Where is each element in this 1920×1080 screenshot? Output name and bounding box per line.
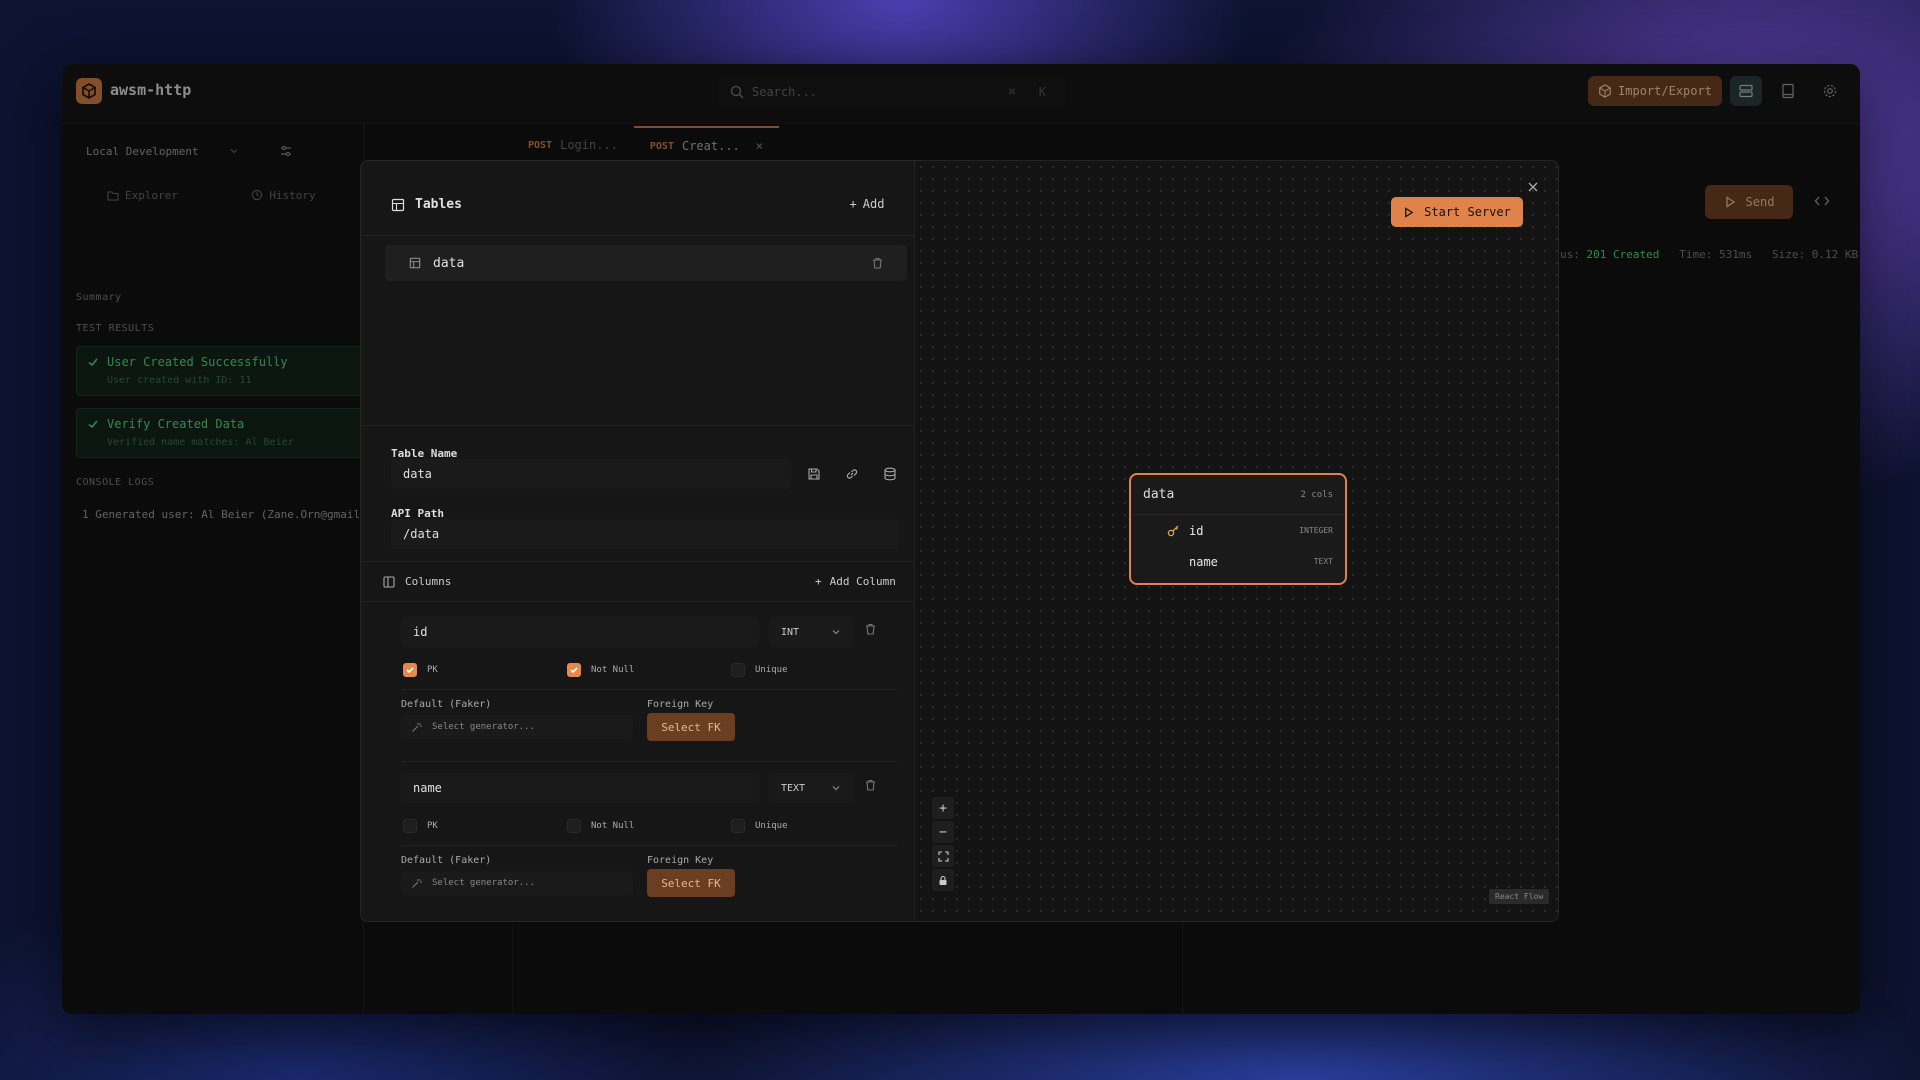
- checkbox-unchecked-icon: [731, 819, 745, 833]
- wand-icon: [411, 878, 422, 889]
- default-faker-label: Default (Faker): [401, 699, 492, 710]
- chevron-down-icon: [831, 627, 841, 637]
- add-table-button[interactable]: + Add: [837, 189, 897, 219]
- table-node-field-type: INTEGER: [1299, 526, 1333, 535]
- table-grid-icon: [391, 198, 405, 212]
- zoom-in-button[interactable]: +: [932, 797, 954, 819]
- generator-select[interactable]: Select generator...: [401, 715, 633, 739]
- not-null-checkbox[interactable]: Not Null: [567, 819, 634, 833]
- column-type-value: INT: [781, 626, 800, 638]
- save-icon[interactable]: [801, 461, 827, 487]
- table-node-field-type: TEXT: [1313, 557, 1333, 566]
- checkbox-unchecked-icon: [567, 819, 581, 833]
- table-list-item-name: data: [433, 255, 465, 271]
- lock-button[interactable]: [932, 869, 954, 891]
- trash-icon[interactable]: [865, 623, 876, 635]
- database-icon[interactable]: [877, 461, 903, 487]
- table-node-row: name TEXT: [1131, 546, 1345, 577]
- not-null-checkbox[interactable]: Not Null: [567, 663, 634, 677]
- select-fk-button[interactable]: Select FK: [647, 713, 735, 741]
- table-list-item[interactable]: data: [385, 245, 907, 281]
- checkbox-unchecked-icon: [731, 663, 745, 677]
- link-icon[interactable]: [839, 461, 865, 487]
- plus-icon: +: [815, 575, 822, 588]
- lock-icon: [938, 875, 948, 886]
- divider: [361, 425, 914, 426]
- table-node-row: id INTEGER: [1131, 515, 1345, 546]
- unique-checkbox[interactable]: Unique: [731, 819, 788, 833]
- column-name-value: id: [413, 625, 428, 639]
- wand-icon: [411, 722, 422, 733]
- divider: [401, 761, 897, 762]
- zoom-out-button[interactable]: −: [932, 821, 954, 843]
- not-null-label: Not Null: [591, 821, 635, 831]
- play-icon: [1403, 206, 1414, 218]
- divider: [361, 235, 914, 236]
- table-node-field-name: name: [1189, 554, 1218, 569]
- divider: [361, 601, 914, 602]
- table-node-header: data 2 cols: [1131, 475, 1345, 515]
- table-name-input[interactable]: data: [391, 459, 791, 489]
- generator-placeholder: Select generator...: [432, 878, 535, 888]
- not-null-label: Not Null: [591, 665, 635, 675]
- start-server-label: Start Server: [1424, 205, 1511, 219]
- unique-label: Unique: [755, 821, 788, 831]
- api-path-input[interactable]: /data: [391, 519, 899, 549]
- table-node-count: 2 cols: [1300, 489, 1333, 500]
- api-path-value: /data: [403, 527, 440, 541]
- trash-icon[interactable]: [865, 779, 876, 791]
- generator-select[interactable]: Select generator...: [401, 871, 633, 895]
- column-name-input[interactable]: id: [401, 617, 759, 647]
- start-server-button[interactable]: Start Server: [1391, 197, 1523, 227]
- divider: [401, 845, 897, 846]
- unique-checkbox[interactable]: Unique: [731, 663, 788, 677]
- add-column-label: Add Column: [829, 575, 896, 588]
- default-faker-label: Default (Faker): [401, 855, 492, 866]
- column-type-select[interactable]: INT: [769, 617, 853, 647]
- unique-label: Unique: [755, 665, 788, 675]
- table-node-title: data: [1143, 487, 1175, 502]
- chevron-down-icon: [831, 783, 841, 793]
- fit-view-button[interactable]: [932, 845, 954, 867]
- table-node[interactable]: data 2 cols id INTEGER name TEXT: [1129, 473, 1347, 585]
- tables-panel: Tables + Add data Table Name data API Pa…: [361, 161, 915, 921]
- column-card: id INT PK Not Null Unique Default (Faker…: [401, 607, 897, 751]
- close-icon[interactable]: [1527, 181, 1539, 193]
- foreign-key-label: Foreign Key: [647, 699, 714, 710]
- table-designer-modal: Tables + Add data Table Name data API Pa…: [360, 160, 1559, 922]
- generator-placeholder: Select generator...: [432, 722, 535, 732]
- tables-title: Tables: [415, 197, 462, 212]
- divider: [401, 689, 897, 690]
- foreign-key-label: Foreign Key: [647, 855, 714, 866]
- add-table-label: Add: [862, 197, 885, 211]
- column-card: name TEXT PK Not Null Unique Default (Fa…: [401, 763, 897, 907]
- table-node-field-name: id: [1189, 523, 1204, 538]
- fit-view-icon: [937, 850, 949, 862]
- pk-label: PK: [427, 821, 438, 831]
- columns-header: Columns: [383, 575, 451, 588]
- column-type-value: TEXT: [781, 782, 806, 794]
- pk-checkbox[interactable]: PK: [403, 819, 438, 833]
- pk-checkbox[interactable]: PK: [403, 663, 438, 677]
- trash-icon[interactable]: [872, 257, 883, 269]
- checkbox-checked-icon: [567, 663, 581, 677]
- tables-header: Tables: [391, 197, 462, 212]
- add-column-button[interactable]: + Add Column: [815, 575, 896, 588]
- divider: [361, 561, 914, 562]
- columns-title: Columns: [405, 575, 452, 588]
- columns-icon: [383, 575, 395, 588]
- react-flow-attribution[interactable]: React Flow: [1489, 889, 1550, 904]
- checkbox-checked-icon: [403, 663, 417, 677]
- table-grid-icon: [409, 257, 421, 269]
- table-name-value: data: [403, 467, 432, 481]
- pk-label: PK: [427, 665, 438, 675]
- checkbox-unchecked-icon: [403, 819, 417, 833]
- zoom-controls: + −: [932, 797, 954, 891]
- column-name-input[interactable]: name: [401, 773, 759, 803]
- column-type-select[interactable]: TEXT: [769, 773, 853, 803]
- column-name-value: name: [413, 781, 442, 795]
- select-fk-button[interactable]: Select FK: [647, 869, 735, 897]
- plus-icon: +: [849, 197, 857, 211]
- key-icon: [1167, 524, 1180, 537]
